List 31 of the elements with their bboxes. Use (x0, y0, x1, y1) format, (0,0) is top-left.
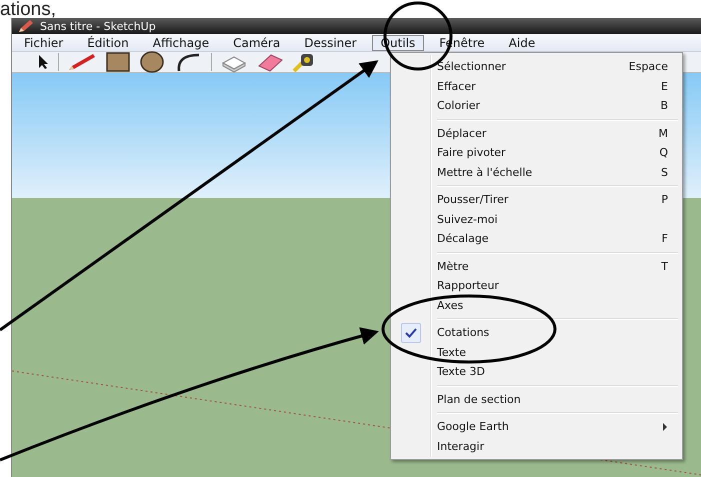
caption-text: ations, (0, 1, 56, 19)
pencil-icon[interactable] (67, 52, 97, 72)
cursor-icon[interactable] (36, 54, 50, 70)
menu-item[interactable]: Pousser/Tirer P (391, 190, 682, 210)
menu-item[interactable]: Dessiner (295, 34, 366, 50)
menu-item[interactable]: Colorier B (391, 96, 682, 116)
menu-item[interactable]: Déplacer M (391, 124, 682, 143)
menu-item[interactable]: Cotations (391, 323, 682, 342)
pencil-icon (18, 19, 34, 33)
window-title: Sans titre - SketchUp (40, 20, 156, 32)
menu-item[interactable]: Sélectionner Espace (391, 57, 682, 76)
menu-item[interactable]: Effacer E (391, 76, 682, 96)
menu-item[interactable]: Axes (391, 296, 682, 315)
menu-item[interactable]: Fichier (15, 34, 72, 50)
menu-item[interactable]: Suivez-moi (391, 210, 682, 229)
menu-item[interactable]: Rapporteur (391, 276, 682, 296)
menu-item[interactable]: Mettre à l'échelle S (391, 162, 682, 182)
menu-item[interactable]: Texte (391, 342, 682, 362)
menu-item[interactable]: Aide (500, 34, 544, 50)
menu-item[interactable]: Mètre T (391, 256, 682, 276)
menu-item[interactable]: Affichage (144, 34, 218, 50)
menu-item[interactable]: Caméra (224, 34, 290, 50)
menu-item[interactable]: Plan de section (391, 390, 682, 409)
menu-item[interactable]: Décalage F (391, 229, 682, 248)
rectangle-icon[interactable] (105, 51, 131, 73)
menu-item[interactable]: Faire pivoter Q (391, 143, 682, 162)
menu-item[interactable]: Texte 3D (391, 362, 682, 382)
menu-item[interactable]: Édition (78, 34, 138, 50)
menu-item[interactable]: Interagir (391, 436, 682, 456)
circle-icon[interactable] (139, 51, 165, 73)
menu-item[interactable]: Google Earth (391, 417, 682, 436)
